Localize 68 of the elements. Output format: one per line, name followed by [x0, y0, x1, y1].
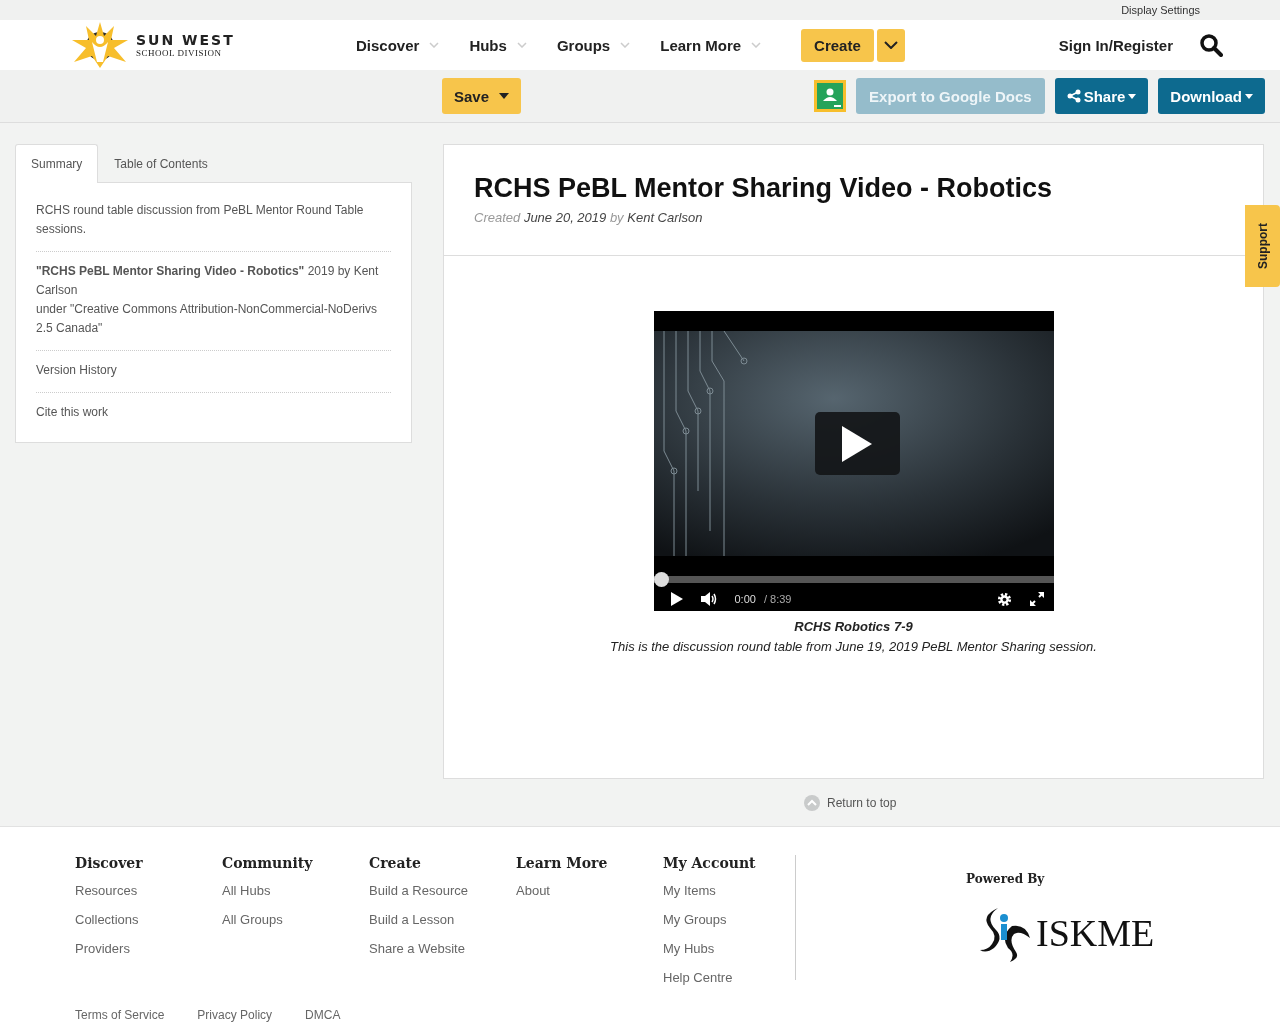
- sidebar-link[interactable]: Version History: [36, 363, 117, 377]
- caret-icon: [429, 42, 440, 48]
- progress-thumb[interactable]: [653, 572, 669, 587]
- video-caption-title: RCHS Robotics 7-9: [794, 619, 913, 634]
- caret-icon: [499, 93, 510, 99]
- footer-link[interactable]: About: [516, 876, 663, 905]
- powered-by-label: Powered By: [966, 872, 1046, 886]
- nav-menu-item[interactable]: Learn More: [644, 30, 774, 60]
- footer-link[interactable]: Build a Lesson: [369, 905, 516, 934]
- license-text: under "Creative Commons Attribution-NonCommercial-NoDerivs 2.5 Canada": [36, 301, 379, 337]
- video-caption: This is the discussion round table from June 19, 2019 PeBL Mentor Sharing session.: [610, 639, 1097, 654]
- logo-subtitle: SCHOOL DIVISION: [136, 48, 223, 58]
- play-icon: [842, 425, 872, 462]
- caret-icon: [1128, 93, 1137, 99]
- footer-link[interactable]: All Hubs: [222, 876, 369, 905]
- legal-link[interactable]: Terms of Service: [75, 1008, 165, 1022]
- footer-link[interactable]: All Groups: [222, 905, 369, 934]
- current-time: 0:00: [734, 593, 756, 605]
- logo-name: SUN WEST: [136, 32, 235, 48]
- legal-link[interactable]: DMCA: [305, 1008, 341, 1022]
- footer-link[interactable]: Collections: [75, 905, 222, 934]
- classroom-icon[interactable]: [814, 80, 847, 112]
- nav-menu-item[interactable]: Groups: [540, 30, 643, 60]
- resource-description: RCHS round table discussion from PeBL Mentor Round Table sessions.: [36, 191, 391, 252]
- sidebar-tab[interactable]: Table of Contents: [98, 144, 224, 183]
- resource-title: RCHS PeBL Mentor Sharing Video - Robotics: [474, 173, 1054, 204]
- caret-icon: [883, 41, 898, 49]
- iskme-logo-text: ISKME: [1036, 911, 1155, 955]
- share-icon: [1066, 89, 1081, 103]
- nav-menu-item[interactable]: Discover: [340, 30, 452, 60]
- caret-icon: [751, 42, 762, 48]
- volume-icon[interactable]: [700, 592, 717, 606]
- resource-meta: Created June 20, 2019 by Kent Carlson: [474, 210, 704, 225]
- legal-link[interactable]: Privacy Policy: [197, 1008, 273, 1022]
- footer-link[interactable]: Help Centre: [663, 963, 795, 992]
- create-dropdown-button[interactable]: [876, 28, 905, 62]
- caret-icon: [620, 42, 631, 48]
- footer-link[interactable]: My Hubs: [663, 934, 795, 963]
- return-to-top-link[interactable]: Return to top: [827, 796, 897, 810]
- caret-icon: [516, 42, 527, 48]
- footer-link[interactable]: Share a Website: [369, 934, 516, 963]
- support-tab[interactable]: Support: [1245, 205, 1280, 287]
- footer-heading: Discover: [75, 855, 144, 871]
- sidebar-link[interactable]: Cite this work: [36, 405, 109, 419]
- play-button[interactable]: [814, 412, 900, 475]
- share-button[interactable]: Share: [1054, 78, 1149, 114]
- play-icon[interactable]: [670, 592, 683, 606]
- video-duration: / 8:39: [763, 593, 792, 605]
- footer-link[interactable]: Resources: [75, 876, 222, 905]
- footer-heading: My Account: [663, 855, 757, 871]
- nav-menu-item[interactable]: Hubs: [453, 30, 539, 60]
- footer-heading: Learn More: [516, 855, 609, 871]
- download-button[interactable]: Download: [1158, 78, 1265, 114]
- footer-link[interactable]: Providers: [75, 934, 222, 963]
- footer-heading: Create: [369, 855, 422, 871]
- footer-heading: Community: [222, 855, 314, 871]
- create-button[interactable]: Create: [801, 28, 874, 62]
- fullscreen-icon[interactable]: [1029, 592, 1044, 606]
- settings-icon[interactable]: [996, 591, 1012, 607]
- save-button[interactable]: Save: [442, 78, 522, 114]
- footer-link[interactable]: My Groups: [663, 905, 795, 934]
- search-icon[interactable]: [1198, 33, 1223, 57]
- sidebar-tab[interactable]: Summary: [15, 144, 99, 183]
- display-settings-link[interactable]: Display Settings: [1121, 4, 1200, 16]
- sign-in-link[interactable]: Sign In/Register: [1058, 36, 1173, 54]
- footer-link[interactable]: My Items: [663, 876, 795, 905]
- footer-link[interactable]: Build a Resource: [369, 876, 516, 905]
- caret-icon: [1245, 93, 1253, 99]
